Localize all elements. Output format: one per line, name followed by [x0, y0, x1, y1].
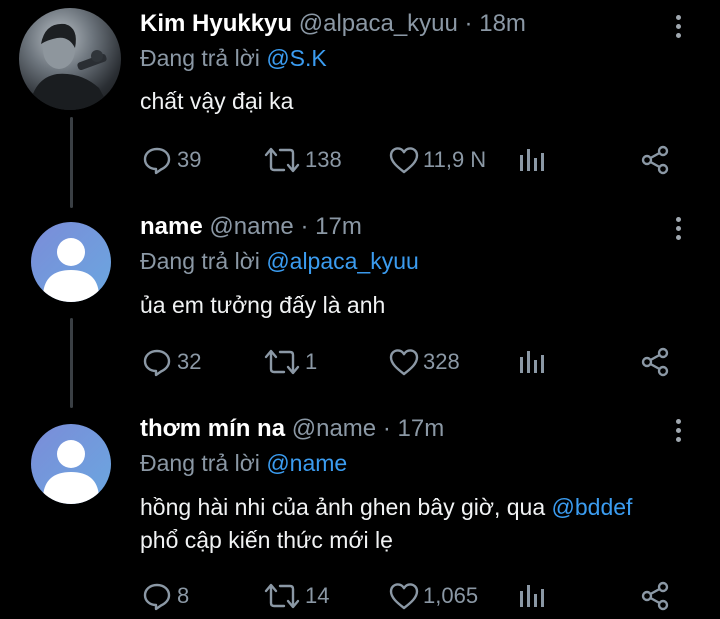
more-options-button[interactable] [668, 11, 688, 41]
replying-prefix: Đang trả lời [140, 248, 260, 274]
reply-button[interactable]: 32 [140, 345, 201, 379]
like-count: 11,9 N [423, 147, 487, 172]
tweet-text-line: hồng hài nhi của ảnh ghen bây giờ, qua [140, 494, 552, 520]
share-icon [641, 145, 669, 175]
tweet-header: name @name · 17m [140, 212, 362, 242]
separator-dot: · [382, 415, 391, 442]
action-bar: 8 14 1,065 [140, 579, 680, 613]
retweet-icon [264, 583, 300, 609]
action-bar: 32 1 328 [140, 345, 680, 379]
replying-to: Đang trả lời @S.K [140, 43, 327, 73]
reply-button[interactable]: 8 [140, 579, 189, 613]
timestamp[interactable]: 17m [398, 415, 445, 442]
tweet-header: Kim Hyukkyu @alpaca_kyuu · 18m [140, 9, 526, 39]
reply-count: 8 [177, 583, 190, 608]
default-avatar-icon [43, 440, 99, 504]
reply-count: 39 [177, 147, 202, 172]
like-button[interactable]: 1,065 [388, 579, 478, 613]
tweet-reply[interactable]: thơm mín na @name · 17m Đang trả lời @na… [0, 410, 720, 619]
tweet-text: hồng hài nhi của ảnh ghen bây giờ, qua @… [140, 491, 632, 523]
share-button[interactable] [638, 143, 672, 177]
retweet-count: 138 [305, 147, 342, 172]
user-handle[interactable]: @name [209, 213, 293, 240]
tweet-reply[interactable]: name @name · 17m Đang trả lời @alpaca_ky… [0, 200, 720, 410]
tweet-text: phổ cập kiến thức mới lẹ [140, 524, 393, 556]
share-icon [641, 347, 669, 377]
default-avatar-icon [43, 238, 99, 302]
retweet-count: 1 [305, 349, 318, 374]
inline-mention[interactable]: @bddef [552, 494, 633, 520]
more-options-button[interactable] [668, 213, 688, 243]
action-bar: 39 138 11,9 N [140, 143, 680, 177]
avatar[interactable] [31, 424, 111, 504]
retweet-icon [264, 147, 300, 173]
tweet-text-line: ủa em tưởng đấy là anh [140, 292, 386, 318]
like-count: 1,065 [423, 583, 479, 608]
more-vertical-icon [675, 14, 681, 20]
heart-icon [389, 349, 419, 376]
tweet-text-line: chất vậy đại ka [140, 88, 294, 114]
analytics-icon [520, 149, 544, 171]
views-button[interactable] [517, 345, 547, 379]
reply-count: 32 [177, 349, 202, 374]
analytics-icon [520, 585, 544, 607]
tweet-text: ủa em tưởng đấy là anh [140, 289, 385, 321]
avatar[interactable] [31, 222, 111, 302]
heart-icon [389, 147, 419, 174]
share-icon [641, 581, 669, 611]
replying-to: Đang trả lời @alpaca_kyuu [140, 246, 419, 276]
reply-icon [143, 147, 171, 175]
replying-prefix: Đang trả lời [140, 45, 260, 71]
like-count: 328 [423, 349, 460, 374]
more-vertical-icon [675, 418, 681, 424]
replying-prefix: Đang trả lời [140, 450, 260, 476]
timestamp[interactable]: 17m [315, 213, 362, 240]
retweet-button[interactable]: 14 [262, 579, 329, 613]
share-button[interactable] [638, 345, 672, 379]
tweet-header: thơm mín na @name · 17m [140, 414, 444, 444]
tweet-text: chất vậy đại ka [140, 85, 293, 117]
views-button[interactable] [517, 143, 547, 177]
reply-button[interactable]: 39 [140, 143, 201, 177]
tweet-text-line: phổ cập kiến thức mới lẹ [140, 527, 393, 553]
like-button[interactable]: 11,9 N [388, 143, 486, 177]
share-button[interactable] [638, 579, 672, 613]
avatar[interactable] [19, 8, 121, 110]
retweet-icon [264, 349, 300, 375]
display-name[interactable]: name [140, 213, 203, 240]
like-button[interactable]: 328 [388, 345, 460, 379]
replying-mention[interactable]: @alpaca_kyuu [266, 248, 419, 274]
tweet-reply[interactable]: Kim Hyukkyu @alpaca_kyuu · 18m Đang trả … [0, 0, 720, 200]
retweet-button[interactable]: 138 [262, 143, 342, 177]
retweet-button[interactable]: 1 [262, 345, 317, 379]
replying-mention[interactable]: @name [266, 450, 347, 476]
user-handle[interactable]: @alpaca_kyuu [299, 10, 458, 37]
retweet-count: 14 [305, 583, 330, 608]
display-name[interactable]: Kim Hyukkyu [140, 10, 292, 37]
reply-icon [143, 349, 171, 377]
more-options-button[interactable] [668, 415, 688, 445]
heart-icon [389, 583, 419, 610]
replying-mention[interactable]: @S.K [266, 45, 326, 71]
user-handle[interactable]: @name [292, 415, 376, 442]
analytics-icon [520, 351, 544, 373]
views-button[interactable] [517, 579, 547, 613]
timestamp[interactable]: 18m [479, 10, 526, 37]
replying-to: Đang trả lời @name [140, 448, 347, 478]
separator-dot: · [464, 10, 473, 37]
separator-dot: · [300, 213, 309, 240]
more-vertical-icon [675, 216, 681, 222]
display-name[interactable]: thơm mín na [140, 415, 285, 442]
reply-icon [143, 583, 171, 611]
